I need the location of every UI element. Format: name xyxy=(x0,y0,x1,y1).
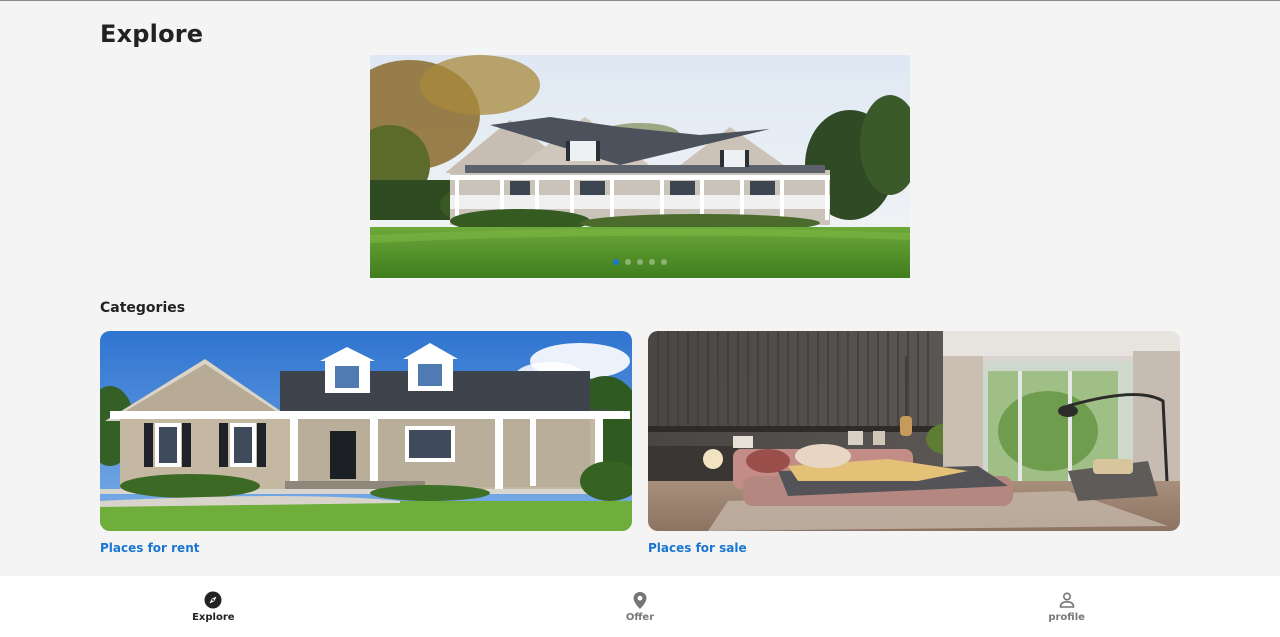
places-for-rent-link[interactable]: Places for rent xyxy=(100,541,199,555)
carousel-dot[interactable] xyxy=(661,259,667,265)
categories-heading: Categories xyxy=(100,300,186,316)
carousel-dot[interactable] xyxy=(637,259,643,265)
sale-bedroom-image xyxy=(648,331,1180,531)
page-title: Explore xyxy=(100,20,204,48)
carousel-indicators xyxy=(370,259,910,265)
nav-label-profile: profile xyxy=(1048,612,1085,623)
nav-item-offer[interactable]: Offer xyxy=(570,576,710,623)
places-for-sale-link[interactable]: Places for sale xyxy=(648,541,747,555)
location-pin-icon xyxy=(630,590,650,610)
rent-house-image xyxy=(100,331,632,531)
person-icon xyxy=(1057,590,1077,610)
carousel-dot[interactable] xyxy=(625,259,631,265)
carousel-dot[interactable] xyxy=(613,259,619,265)
bottom-navigation: Explore Offer profile xyxy=(0,576,1280,637)
rent-category-card[interactable] xyxy=(100,331,632,531)
nav-label-offer: Offer xyxy=(625,612,655,623)
nav-label-explore: Explore xyxy=(192,612,235,623)
hero-house-image xyxy=(370,55,910,278)
sale-category-card[interactable] xyxy=(648,331,1180,531)
top-border xyxy=(0,0,1280,1)
carousel-dot[interactable] xyxy=(649,259,655,265)
nav-item-profile[interactable]: profile xyxy=(997,576,1137,623)
nav-item-explore[interactable]: Explore xyxy=(143,576,283,623)
hero-carousel[interactable] xyxy=(370,55,910,278)
compass-icon xyxy=(203,590,223,610)
